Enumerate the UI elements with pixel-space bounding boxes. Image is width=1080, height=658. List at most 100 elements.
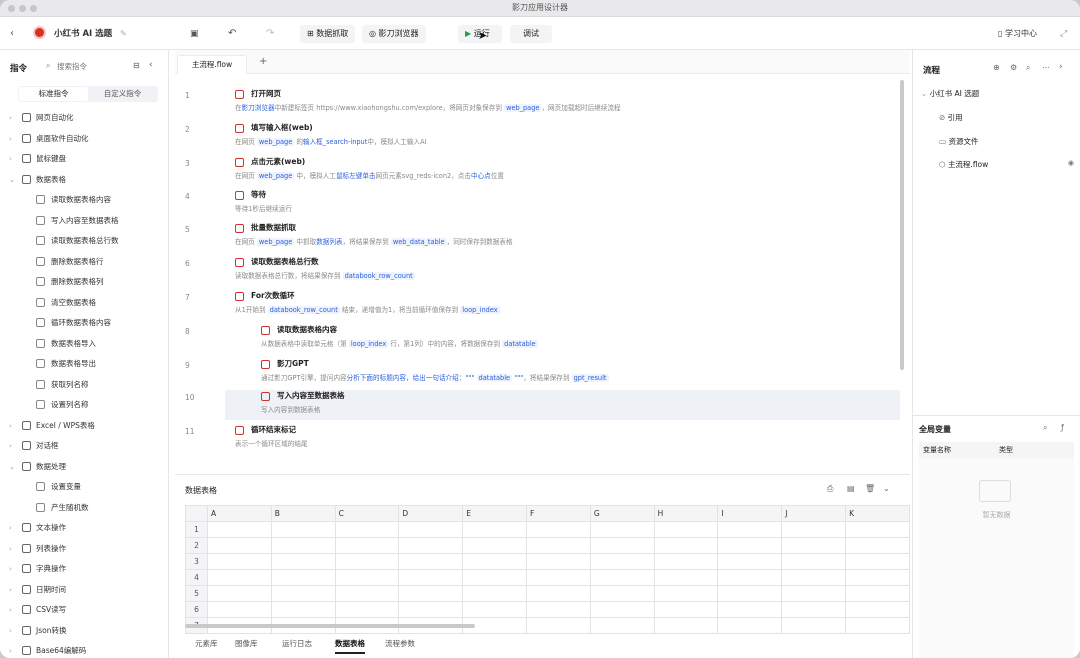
sidebar-item[interactable]: 设置变量 <box>0 477 168 497</box>
table-cell[interactable] <box>526 521 591 538</box>
table-cell[interactable] <box>717 601 783 618</box>
table-cell[interactable] <box>653 585 719 602</box>
bottom-tab[interactable]: 流程参数 <box>385 638 415 649</box>
column-header[interactable]: E <box>462 505 527 522</box>
table-cell[interactable] <box>270 569 336 586</box>
column-header[interactable]: J <box>781 505 847 522</box>
export-icon[interactable]: ▤ <box>847 484 855 493</box>
sidebar-item[interactable]: › Base64编解码 <box>0 641 168 658</box>
project-tree-root[interactable]: ⌄ 小红书 AI 选题 <box>921 88 979 99</box>
table-cell[interactable] <box>526 617 591 634</box>
flow-step[interactable]: 9 影刀GPT 通过影刀GPT引擎，提问内容分析下面的标题内容，给出一句话介绍：""… <box>175 358 903 388</box>
table-cell[interactable] <box>206 569 272 586</box>
table-cell[interactable] <box>334 553 400 570</box>
sidebar-item[interactable]: 获取列名称 <box>0 375 168 395</box>
debug-button[interactable]: 调试 <box>510 25 552 43</box>
flow-step[interactable]: 4 等待 等待1秒后继续运行 <box>175 189 903 219</box>
table-cell[interactable] <box>526 601 591 618</box>
bottom-tab[interactable]: 运行日志 <box>282 638 312 649</box>
column-header[interactable]: D <box>398 505 464 522</box>
sidebar-item[interactable]: › 对话框 <box>0 436 168 456</box>
back-icon[interactable]: ‹ <box>10 26 14 42</box>
flow-step[interactable]: 1 打开网页 在影刀浏览器中新建标签页 https://www.xiaohongsh… <box>175 88 903 118</box>
sidebar-item[interactable]: 清空数据表格 <box>0 293 168 313</box>
table-cell[interactable] <box>206 537 272 554</box>
table-cell[interactable] <box>845 601 910 618</box>
undo-icon[interactable]: ↶ <box>228 26 236 42</box>
delete-icon[interactable]: 🗑 <box>865 484 875 493</box>
table-cell[interactable] <box>717 569 783 586</box>
function-icon[interactable]: ƒ <box>1061 423 1064 432</box>
project-tree-item[interactable]: ⬡ 主流程.flow ◉ <box>939 159 1074 173</box>
table-cell[interactable] <box>717 553 783 570</box>
more-icon[interactable]: ⋯ <box>1042 63 1050 72</box>
sidebar-item[interactable]: ⌄ 数据处理 <box>0 457 168 477</box>
table-cell[interactable] <box>270 537 336 554</box>
column-header[interactable]: A <box>206 505 272 522</box>
collapse-all-icon[interactable]: ⊟ <box>133 61 140 70</box>
row-header[interactable]: 6 <box>185 601 208 618</box>
table-cell[interactable] <box>270 521 336 538</box>
table-cell[interactable] <box>206 521 272 538</box>
tab-custom-instructions[interactable]: 自定义指令 <box>88 87 157 101</box>
sidebar-item[interactable]: › 网页自动化 <box>0 108 168 128</box>
table-cell[interactable] <box>462 537 527 554</box>
import-icon[interactable]: ⎙ <box>827 484 833 494</box>
sidebar-item[interactable]: › CSV读写 <box>0 600 168 620</box>
table-cell[interactable] <box>462 553 527 570</box>
table-cell[interactable] <box>653 601 719 618</box>
sidebar-item[interactable]: 循环数据表格内容 <box>0 313 168 333</box>
table-cell[interactable] <box>781 537 847 554</box>
sidebar-item[interactable]: ⌄ 数据表格 <box>0 170 168 190</box>
search-icon[interactable]: ⌕ <box>1043 423 1047 433</box>
table-cell[interactable] <box>398 601 464 618</box>
add-tab-button[interactable]: + <box>259 56 267 67</box>
table-cell[interactable] <box>206 585 272 602</box>
table-h-scrollbar[interactable] <box>185 624 475 628</box>
project-tree-item[interactable]: ▭ 资源文件 <box>939 136 1074 150</box>
column-header[interactable]: B <box>270 505 336 522</box>
new-flow-icon[interactable]: ⊕ <box>993 63 1000 72</box>
table-cell[interactable] <box>398 521 464 538</box>
sidebar-item[interactable]: 数据表格导出 <box>0 354 168 374</box>
table-cell[interactable] <box>653 553 719 570</box>
row-header[interactable]: 4 <box>185 569 208 586</box>
editor-scrollbar[interactable] <box>900 80 904 370</box>
table-cell[interactable] <box>717 521 783 538</box>
edit-name-icon[interactable]: ✎ <box>120 26 127 42</box>
table-cell[interactable] <box>270 601 336 618</box>
table-cell[interactable] <box>781 585 847 602</box>
table-cell[interactable] <box>781 521 847 538</box>
sidebar-item[interactable]: › 桌面软件自动化 <box>0 129 168 149</box>
table-cell[interactable] <box>589 601 655 618</box>
collapse-panel-icon[interactable]: ‹ <box>149 60 153 70</box>
table-cell[interactable] <box>589 537 655 554</box>
table-cell[interactable] <box>526 537 591 554</box>
redo-icon[interactable]: ↷ <box>266 26 274 42</box>
table-cell[interactable] <box>462 601 527 618</box>
table-cell[interactable] <box>781 569 847 586</box>
row-header[interactable]: 1 <box>185 521 208 538</box>
search-icon[interactable]: ⌕ <box>1026 63 1030 73</box>
table-cell[interactable] <box>589 553 655 570</box>
table-cell[interactable] <box>845 569 910 586</box>
table-cell[interactable] <box>270 585 336 602</box>
table-cell[interactable] <box>653 537 719 554</box>
table-cell[interactable] <box>781 553 847 570</box>
sidebar-item[interactable]: › Excel / WPS表格 <box>0 416 168 436</box>
table-cell[interactable] <box>206 601 272 618</box>
save-icon[interactable]: ▣ <box>190 26 199 42</box>
data-capture-button[interactable]: ⊞ 数据抓取 <box>300 25 356 43</box>
column-header[interactable]: F <box>526 505 591 522</box>
fullscreen-icon[interactable]: ⤢ <box>1060 26 1067 42</box>
flow-step[interactable]: 2 填写输入框(web) 在网页 web_page 的输入框_search-inpu… <box>175 122 903 152</box>
table-cell[interactable] <box>589 569 655 586</box>
flow-step[interactable]: 7 For次数循环 从1开始到 databook_row_count 结束，递增值为… <box>175 290 903 320</box>
table-cell[interactable] <box>398 569 464 586</box>
flow-step[interactable]: 6 读取数据表格总行数 读取数据表格总行数，将结果保存到 databook_row_… <box>175 256 903 286</box>
flow-step[interactable]: 8 读取数据表格内容 从数据表格中读取单元格（第 loop_index 行，第1列）… <box>175 324 903 354</box>
table-cell[interactable] <box>526 553 591 570</box>
flow-step[interactable]: 10 写入内容至数据表格 写入内容到数据表格 <box>185 390 900 420</box>
table-cell[interactable] <box>653 521 719 538</box>
table-cell[interactable] <box>206 553 272 570</box>
